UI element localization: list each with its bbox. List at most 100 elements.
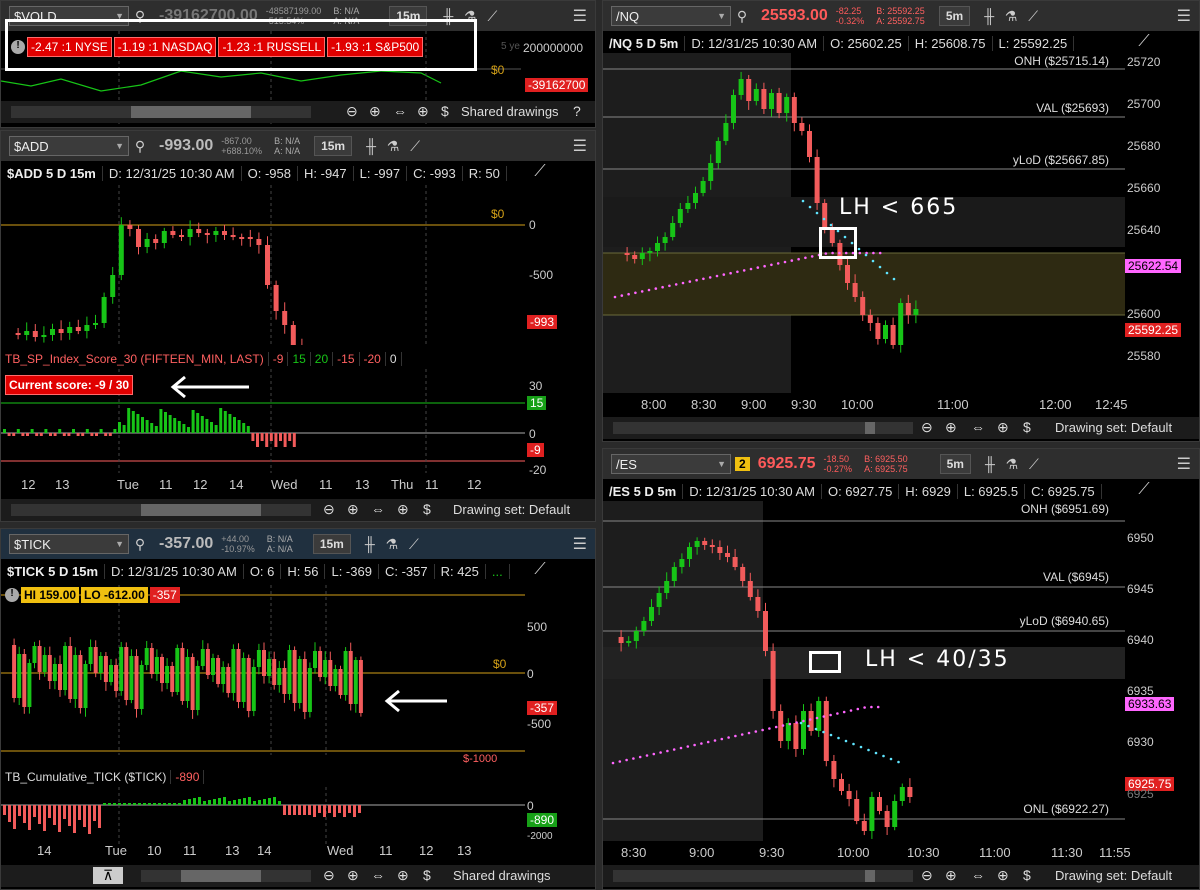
zoom-in-icon[interactable]: ⊕ — [347, 867, 359, 884]
pan-icon[interactable]: ⇔ — [371, 867, 385, 883]
link-icon[interactable]: ⚲ — [129, 138, 151, 155]
histogram-bar — [7, 433, 11, 436]
studies-flask-icon[interactable]: ⚗ — [1001, 456, 1023, 473]
panel-menu-icon[interactable]: ☰ — [573, 136, 587, 156]
candle — [67, 327, 73, 333]
pan-icon[interactable]: ⇔ — [971, 867, 985, 883]
chevron-down-icon: ▼ — [717, 459, 726, 469]
nq-footer-label[interactable]: Drawing set: Default — [1055, 420, 1172, 435]
panel-menu-icon[interactable]: ☰ — [573, 6, 587, 26]
es-timeframe[interactable]: 5m — [939, 454, 971, 474]
drawing-tools-icon[interactable]: ⟋ — [403, 536, 425, 553]
pan-icon[interactable]: ⇔ — [393, 103, 407, 119]
add-symbol-select[interactable]: $ADD ▼ — [9, 136, 129, 156]
add-scrollbar[interactable] — [11, 504, 311, 516]
candle — [226, 667, 231, 693]
tick-scrollbar[interactable] — [141, 870, 311, 882]
nq-timeframe[interactable]: 5m — [938, 6, 971, 26]
x-tick: 13 — [55, 477, 70, 492]
vold-footer: ⊖ ⊕ ⇔ ⊕ $ Shared drawings ? — [1, 101, 595, 123]
add-timeframe[interactable]: 15m — [314, 136, 353, 156]
vold-scrollbar[interactable] — [11, 106, 311, 118]
collapse-icon[interactable]: ⊼ — [93, 867, 124, 884]
vold-footer-label[interactable]: Shared drawings — [461, 104, 559, 119]
panel-menu-icon[interactable]: ☰ — [573, 534, 587, 554]
vwap-dot — [790, 259, 794, 262]
crosshair-icon[interactable]: ⊕ — [397, 867, 409, 884]
candle-style-icon[interactable]: ╫ — [360, 138, 382, 154]
tick-date: D: 12/31/25 10:30 AM — [105, 563, 244, 579]
link-icon[interactable]: ⚲ — [129, 536, 151, 553]
link-icon[interactable]: ⚲ — [731, 8, 753, 25]
es-scrollbar[interactable] — [613, 870, 913, 882]
candle — [776, 93, 782, 113]
zoom-in-icon[interactable]: ⊕ — [369, 103, 381, 120]
zoom-out-icon[interactable]: ⊖ — [346, 103, 358, 120]
zoom-in-icon[interactable]: ⊕ — [945, 419, 957, 436]
vwap-dot — [761, 728, 764, 732]
style-settings-icon[interactable]: ⟋ — [529, 561, 551, 579]
style-settings-icon[interactable]: ⟋ — [1133, 481, 1155, 499]
tick-bidask: B: N/A A: N/A — [266, 534, 293, 554]
drawing-tools-icon[interactable]: ⟋ — [1023, 456, 1045, 473]
tick-more[interactable]: ... — [486, 563, 510, 579]
vwap-dot — [740, 733, 744, 736]
scroll-thumb[interactable] — [865, 870, 875, 882]
zoom-out-icon[interactable]: ⊖ — [921, 867, 933, 884]
es-footer-label[interactable]: Drawing set: Default — [1055, 868, 1172, 883]
candle — [338, 669, 343, 695]
histogram-bar — [28, 805, 31, 830]
histogram-bar — [67, 433, 71, 436]
style-settings-icon[interactable]: ⟋ — [1133, 33, 1155, 51]
candle — [236, 649, 241, 702]
info-icon[interactable]: ! — [11, 40, 25, 54]
dollar-icon[interactable]: $ — [441, 103, 449, 119]
drawing-tools-icon[interactable]: ⟋ — [1022, 8, 1044, 25]
scroll-thumb[interactable] — [865, 422, 875, 434]
panel-menu-icon[interactable]: ☰ — [1177, 6, 1191, 26]
panel-menu-icon[interactable]: ☰ — [1177, 454, 1191, 474]
es-symbol-select[interactable]: /ES ▼ — [611, 454, 731, 474]
drawing-tools-icon[interactable]: ⟋ — [481, 8, 503, 25]
add-footer-label[interactable]: Drawing set: Default — [453, 502, 570, 517]
zoom-in-icon[interactable]: ⊕ — [945, 867, 957, 884]
crosshair-icon[interactable]: ⊕ — [997, 419, 1009, 436]
dollar-icon[interactable]: $ — [1023, 867, 1031, 883]
histogram-bar — [253, 801, 256, 805]
es-last: 6925.75 — [757, 455, 816, 472]
nq-scrollbar[interactable] — [613, 422, 913, 434]
tick-footer-label[interactable]: Shared drawings — [453, 868, 551, 883]
nq-symbol-select[interactable]: /NQ ▼ — [611, 6, 731, 26]
crosshair-icon[interactable]: ⊕ — [417, 103, 429, 120]
tick-symbol: $TICK — [14, 536, 51, 552]
zoom-out-icon[interactable]: ⊖ — [323, 867, 335, 884]
scroll-thumb[interactable] — [141, 504, 261, 516]
dollar-icon[interactable]: $ — [423, 867, 431, 883]
nq-symbol: /NQ — [616, 8, 640, 24]
tick-timeframe[interactable]: 15m — [312, 534, 351, 554]
zoom-in-icon[interactable]: ⊕ — [347, 501, 359, 518]
candle — [17, 654, 22, 698]
help-icon[interactable]: ? — [573, 103, 581, 119]
zoom-out-icon[interactable]: ⊖ — [921, 419, 933, 436]
candle-style-icon[interactable]: ╫ — [359, 536, 381, 552]
crosshair-icon[interactable]: ⊕ — [997, 867, 1009, 884]
studies-flask-icon[interactable]: ⚗ — [382, 138, 404, 155]
crosshair-icon[interactable]: ⊕ — [397, 501, 409, 518]
studies-flask-icon[interactable]: ⚗ — [1000, 8, 1022, 25]
es-link-badge[interactable]: 2 — [735, 457, 750, 471]
info-icon[interactable]: ! — [5, 588, 19, 602]
pan-icon[interactable]: ⇔ — [971, 419, 985, 435]
drawing-tools-icon[interactable]: ⟋ — [404, 138, 426, 155]
dollar-icon[interactable]: $ — [1023, 419, 1031, 435]
scroll-thumb[interactable] — [181, 870, 261, 882]
tick-symbol-select[interactable]: $TICK ▼ — [9, 534, 129, 554]
candle-style-icon[interactable]: ╫ — [978, 8, 1000, 24]
zoom-out-icon[interactable]: ⊖ — [323, 501, 335, 518]
pan-icon[interactable]: ⇔ — [371, 501, 385, 517]
studies-flask-icon[interactable]: ⚗ — [381, 536, 403, 553]
candle-style-icon[interactable]: ╫ — [979, 456, 1001, 472]
dollar-icon[interactable]: $ — [423, 501, 431, 517]
scroll-thumb[interactable] — [131, 106, 251, 118]
style-settings-icon[interactable]: ⟋ — [529, 163, 551, 181]
